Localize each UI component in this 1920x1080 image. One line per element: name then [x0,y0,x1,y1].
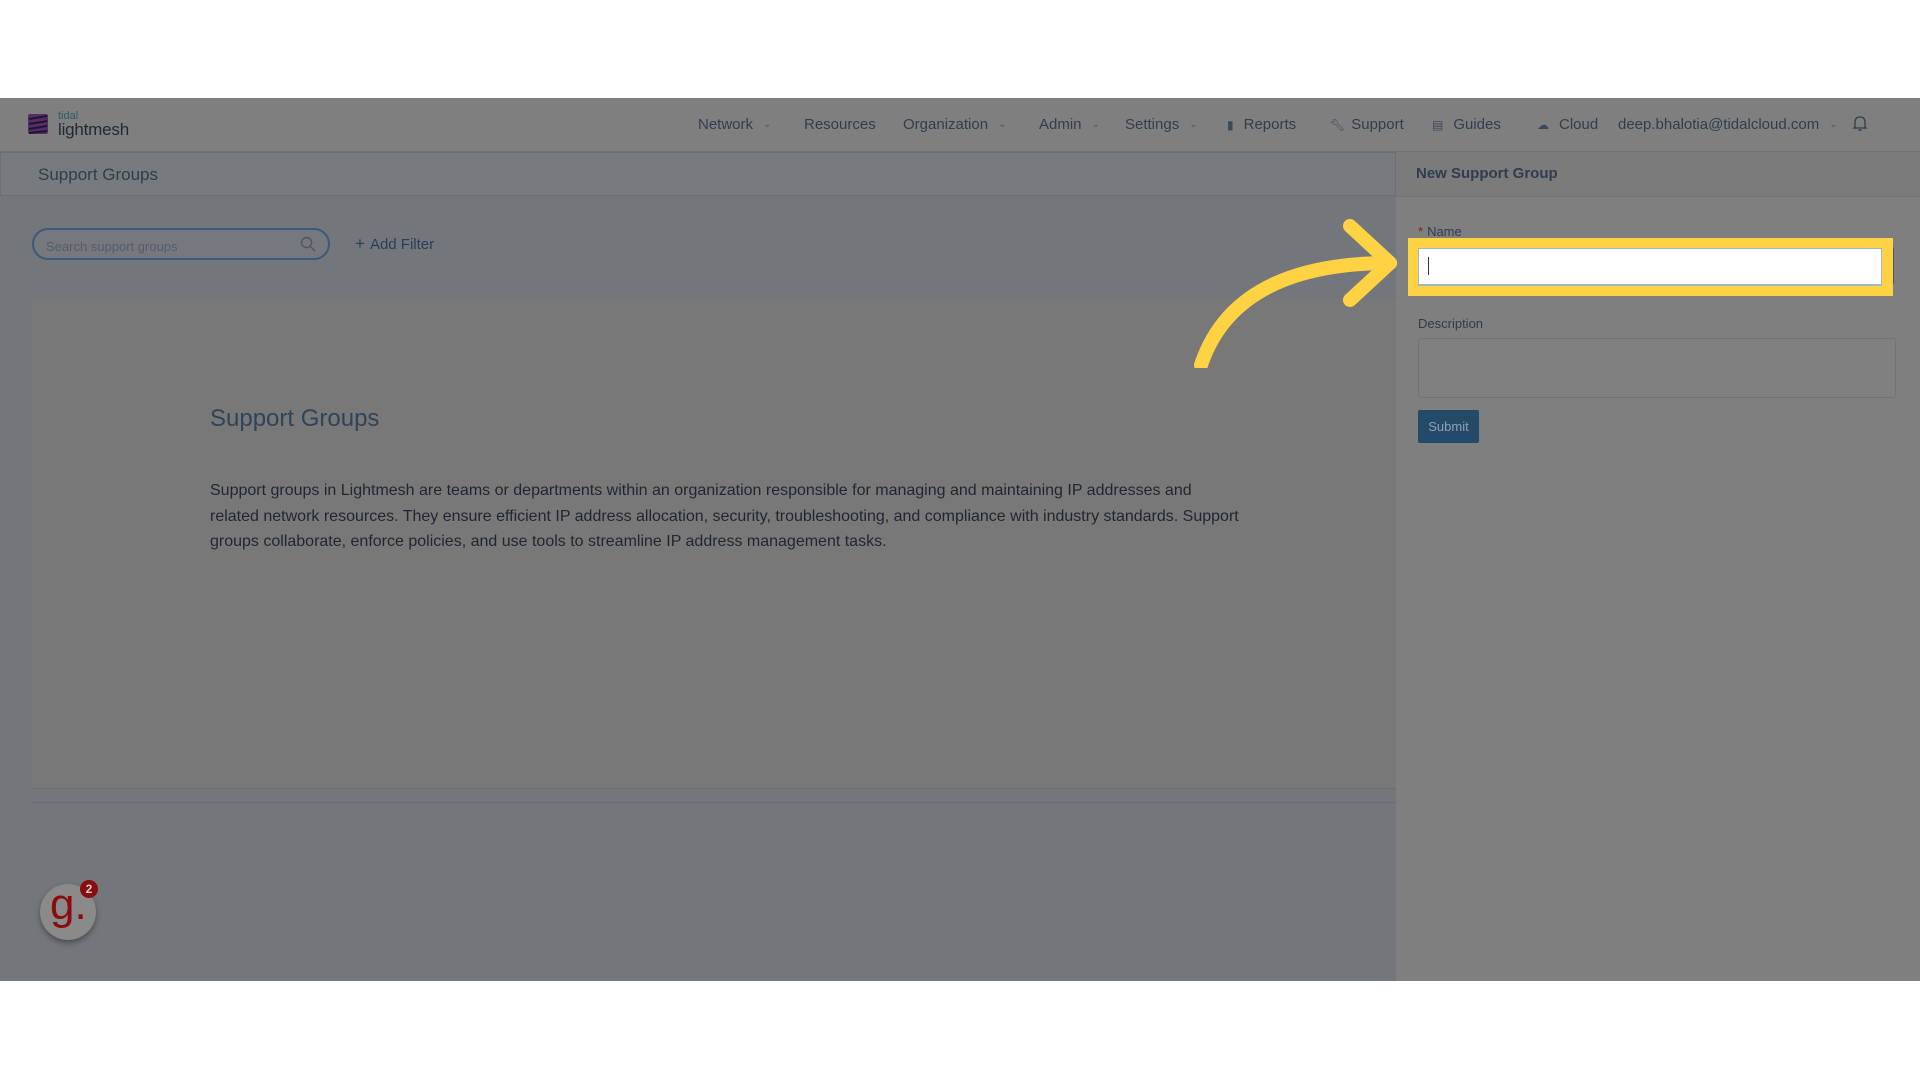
empty-state-heading: Support Groups [210,405,380,432]
notification-badge: 2 [80,880,98,898]
drawer-title: New Support Group [1416,165,1558,182]
drawer-header: New Support Group [1396,152,1920,197]
lightmesh-logo-icon [28,114,48,134]
nav-support-label: Support [1351,116,1404,133]
empty-state-description: Support groups in Lightmesh are teams or… [210,482,1239,550]
name-label: * Name [1418,224,1462,239]
search-box[interactable] [32,228,330,260]
nav-network[interactable]: Network ⌄ [698,116,771,133]
guide-widget-button[interactable]: g. 2 [40,880,98,940]
chevron-down-icon: ⌄ [1189,119,1198,130]
add-filter-button[interactable]: + Add Filter [355,234,434,254]
cloud-icon: ☁︎ [1537,117,1549,132]
add-filter-label: Add Filter [369,235,435,253]
nav-admin-label: Admin [1039,116,1082,133]
search-input[interactable] [44,235,288,257]
chevron-down-icon: ⌄ [998,119,1007,130]
nav-cloud-label: Cloud [1559,116,1599,133]
nav-support[interactable]: 🔧︎ Support [1330,116,1404,133]
description-label: Description [1418,316,1484,331]
search-icon[interactable] [300,236,316,252]
chevron-down-icon: ⌄ [1091,119,1100,130]
submit-button[interactable]: Submit [1418,410,1479,443]
nav-organization-label: Organization [903,116,989,133]
chevron-down-icon: ⌄ [763,119,772,130]
nav-settings[interactable]: Settings ⌄ [1125,116,1198,133]
page-header: Support Groups [0,152,1396,196]
wrench-icon: 🔧︎ [1330,117,1346,132]
text-cursor [1428,257,1429,275]
nav-resources-label: Resources [804,116,876,133]
divider [32,802,1396,803]
chevron-down-icon: ⌄ [1829,119,1838,130]
nav-organization[interactable]: Organization ⌄ [903,116,1006,133]
top-navigation: tidal lightmesh Network ⌄ Resources Orga… [0,98,1920,152]
empty-state-panel: Support Groups Support groups in Lightme… [32,300,1396,789]
bar-chart-icon: ▮ [1227,117,1234,132]
nav-network-label: Network [698,116,754,133]
name-field-highlight [1408,238,1893,296]
nav-reports[interactable]: ▮ Reports [1227,116,1296,133]
app-window: tidal lightmesh Network ⌄ Resources Orga… [0,98,1920,981]
nav-reports-label: Reports [1243,116,1297,133]
nav-guides-label: Guides [1453,116,1501,133]
nav-resources[interactable]: Resources [804,116,876,133]
nav-guides[interactable]: ▤ Guides [1432,116,1501,133]
nav-settings-label: Settings [1125,116,1180,133]
brand-name: lightmesh [58,120,129,139]
nav-admin[interactable]: Admin ⌄ [1039,116,1100,133]
name-input[interactable] [1418,248,1882,286]
page-title: Support Groups [38,165,159,184]
pointer-arrow-icon [1194,219,1397,368]
bell-icon[interactable] [1852,114,1868,132]
nav-cloud[interactable]: ☁︎ Cloud [1537,116,1598,133]
brand-logo[interactable]: tidal lightmesh [26,110,136,140]
name-label-text: Name [1427,224,1462,239]
user-email: deep.bhalotia@tidalcloud.com [1618,116,1820,133]
book-icon: ▤ [1432,117,1444,132]
plus-icon: + [355,234,365,253]
user-menu[interactable]: deep.bhalotia@tidalcloud.com ⌄ [1618,116,1838,133]
description-textarea[interactable] [1418,338,1896,398]
